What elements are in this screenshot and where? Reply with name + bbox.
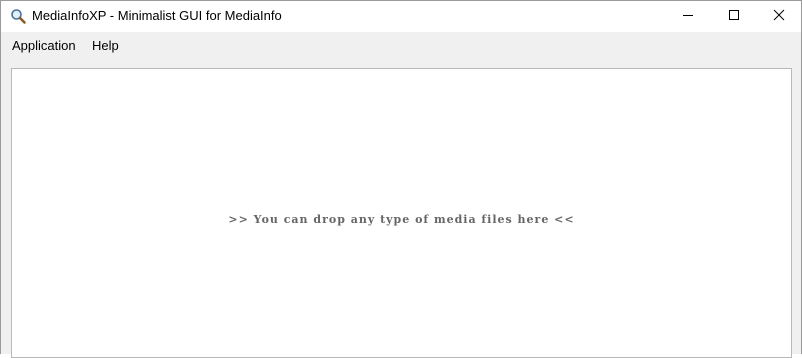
window-title: MediaInfoXP - Minimalist GUI for MediaIn… [32,8,282,23]
menu-bar: Application Help [1,32,801,59]
maximize-button[interactable] [711,1,757,32]
media-drop-area[interactable]: >> You can drop any type of media files … [11,68,792,358]
menu-item-application[interactable]: Application [12,38,76,53]
menu-item-help[interactable]: Help [92,38,119,53]
close-button[interactable] [756,1,802,32]
maximize-icon [728,8,740,26]
minimize-icon [682,8,694,26]
drop-hint-text: >> You can drop any type of media files … [228,213,575,226]
minimize-button[interactable] [665,1,711,32]
title-bar[interactable]: MediaInfoXP - Minimalist GUI for MediaIn… [1,1,801,32]
magnifier-icon [10,8,26,24]
close-icon [773,8,785,26]
main-window: MediaInfoXP - Minimalist GUI for MediaIn… [0,0,802,358]
